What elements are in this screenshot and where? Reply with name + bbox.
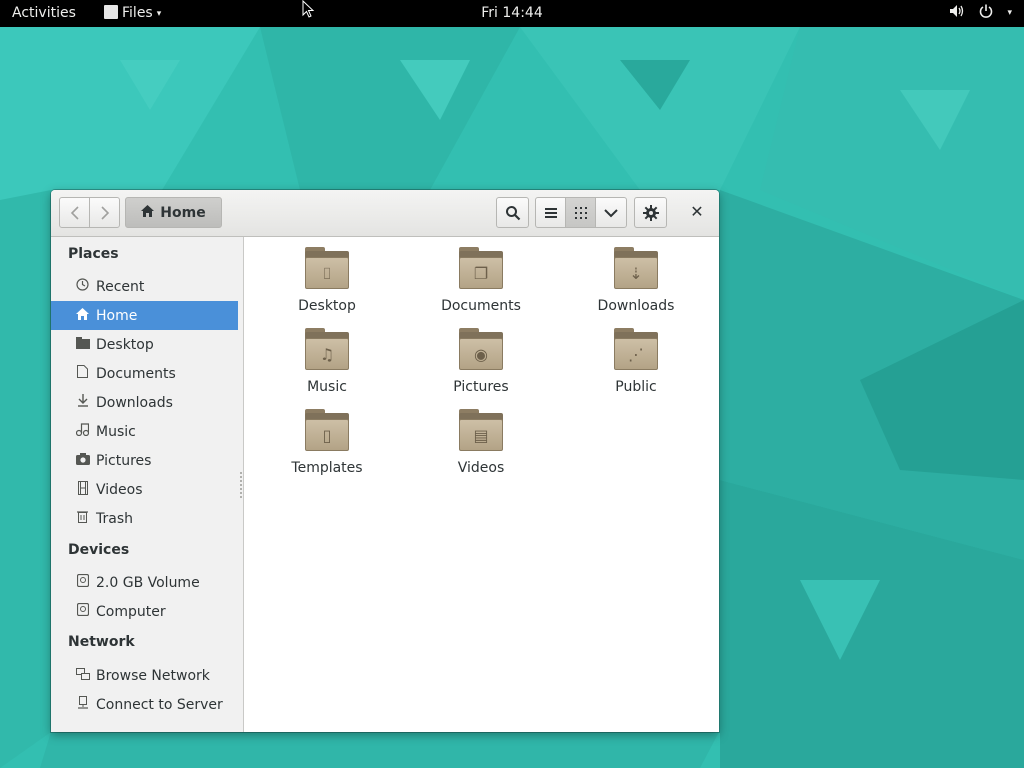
list-view-button[interactable]: [535, 197, 566, 228]
documents-folder-icon: ❐: [459, 247, 503, 289]
sidebar-item-downloads[interactable]: Downloads: [51, 388, 238, 417]
top-bar: Activities Files ▾ Fri 14:44 ▾: [0, 0, 1024, 27]
view-menu-button[interactable]: [595, 197, 627, 228]
grid-view-icon: [574, 206, 587, 219]
network-heading: Network: [68, 634, 135, 650]
sidebar-item-videos[interactable]: Videos: [51, 475, 238, 504]
templates-folder-icon: ▯: [305, 409, 349, 451]
close-button[interactable]: ✕: [684, 202, 710, 224]
grid-view-button[interactable]: [565, 197, 596, 228]
sidebar-item-music[interactable]: Music: [51, 417, 238, 446]
file-item-public[interactable]: ⋰ Public: [576, 328, 696, 395]
server-icon: [75, 696, 90, 713]
search-button[interactable]: [496, 197, 529, 228]
file-item-label: Documents: [441, 298, 521, 314]
file-item-videos[interactable]: ▤ Videos: [421, 409, 541, 476]
sidebar-item-label: Browse Network: [96, 667, 210, 684]
file-item-pictures[interactable]: ◉ Pictures: [421, 328, 541, 395]
trash-icon: [75, 510, 90, 527]
file-item-label: Public: [615, 379, 657, 395]
file-item-label: Videos: [457, 460, 505, 476]
file-item-label: Downloads: [597, 298, 675, 314]
sidebar-item-home[interactable]: Home: [51, 301, 238, 330]
sidebar-item-label: Pictures: [96, 452, 152, 469]
downloads-folder-icon: ⇣: [614, 247, 658, 289]
sidebar-item-label: Home: [96, 307, 138, 324]
chevron-right-icon: [100, 205, 109, 220]
power-icon: [979, 4, 993, 22]
path-label: Home: [160, 204, 206, 221]
videos-folder-icon: ▤: [459, 409, 503, 451]
file-item-desktop[interactable]: ⌷ Desktop: [267, 247, 387, 314]
list-view-icon: [544, 207, 557, 218]
mouse-pointer-icon: [302, 0, 315, 18]
system-menu[interactable]: ▾: [949, 4, 1012, 22]
header-bar: Home ✕: [51, 190, 719, 237]
sidebar-item-label: Downloads: [96, 394, 173, 411]
clock-icon: [75, 278, 90, 295]
home-icon: [75, 307, 90, 324]
sidebar: Places Recent Home Desktop Documents Dow…: [51, 237, 244, 732]
drive-icon: [75, 602, 90, 620]
devices-heading: Devices: [68, 542, 130, 558]
power-menu-arrow-icon: ▾: [1007, 8, 1012, 18]
sidebar-item-label: 2.0 GB Volume: [96, 574, 200, 591]
files-window: Home ✕ Places Recent Home Desktop Docume…: [51, 190, 719, 732]
desktop-folder-icon: ⌷: [305, 247, 349, 289]
sidebar-item-trash[interactable]: Trash: [51, 504, 238, 533]
file-view: ⌷ Desktop ❐ Documents ⇣ Downloads ♫ Musi…: [244, 237, 719, 732]
file-item-downloads[interactable]: ⇣ Downloads: [576, 247, 696, 314]
close-icon: ✕: [690, 202, 704, 221]
file-item-label: Templates: [291, 460, 363, 476]
file-item-templates[interactable]: ▯ Templates: [267, 409, 387, 476]
sidebar-item-pictures[interactable]: Pictures: [51, 446, 238, 475]
sidebar-resize-handle[interactable]: [240, 472, 243, 498]
file-item-label: Pictures: [453, 379, 509, 395]
drive-icon: [75, 573, 90, 591]
sidebar-item-label: Music: [96, 423, 136, 440]
file-item-documents[interactable]: ❐ Documents: [421, 247, 541, 314]
sidebar-item-label: Recent: [96, 278, 145, 295]
sidebar-item-label: Documents: [96, 365, 176, 382]
clock[interactable]: Fri 14:44: [0, 5, 1024, 21]
pictures-folder-icon: ◉: [459, 328, 503, 370]
path-bar-home[interactable]: Home: [125, 197, 222, 228]
search-icon: [505, 205, 520, 220]
places-heading: Places: [68, 246, 119, 262]
volume-icon: [949, 4, 965, 22]
public-folder-icon: ⋰: [614, 328, 658, 370]
file-item-music[interactable]: ♫ Music: [267, 328, 387, 395]
back-button[interactable]: [59, 197, 90, 228]
sidebar-item-documents[interactable]: Documents: [51, 359, 238, 388]
sidebar-item-computer[interactable]: Computer: [51, 597, 238, 626]
sidebar-item-volume[interactable]: 2.0 GB Volume: [51, 568, 238, 597]
camera-icon: [75, 452, 90, 469]
home-icon: [141, 204, 155, 221]
chevron-left-icon: [70, 205, 79, 220]
file-item-label: Desktop: [298, 298, 356, 314]
sidebar-item-desktop[interactable]: Desktop: [51, 330, 238, 359]
sidebar-item-label: Trash: [96, 510, 133, 527]
sidebar-item-label: Videos: [96, 481, 143, 498]
music-icon: [75, 423, 90, 440]
sidebar-item-connect-server[interactable]: Connect to Server: [51, 690, 238, 719]
chevron-down-icon: [604, 208, 618, 217]
gear-icon: [642, 204, 659, 221]
film-icon: [75, 480, 90, 499]
network-icon: [75, 667, 90, 684]
sidebar-item-recent[interactable]: Recent: [51, 272, 238, 301]
desktop-folder-icon: [75, 336, 90, 353]
sidebar-item-label: Desktop: [96, 336, 154, 353]
forward-button[interactable]: [89, 197, 120, 228]
sidebar-item-label: Connect to Server: [96, 696, 223, 713]
settings-menu-button[interactable]: [634, 197, 667, 228]
sidebar-item-browse-network[interactable]: Browse Network: [51, 661, 238, 690]
file-item-label: Music: [307, 379, 347, 395]
sidebar-item-label: Computer: [96, 603, 166, 620]
music-folder-icon: ♫: [305, 328, 349, 370]
download-icon: [75, 394, 90, 411]
document-icon: [75, 365, 90, 382]
